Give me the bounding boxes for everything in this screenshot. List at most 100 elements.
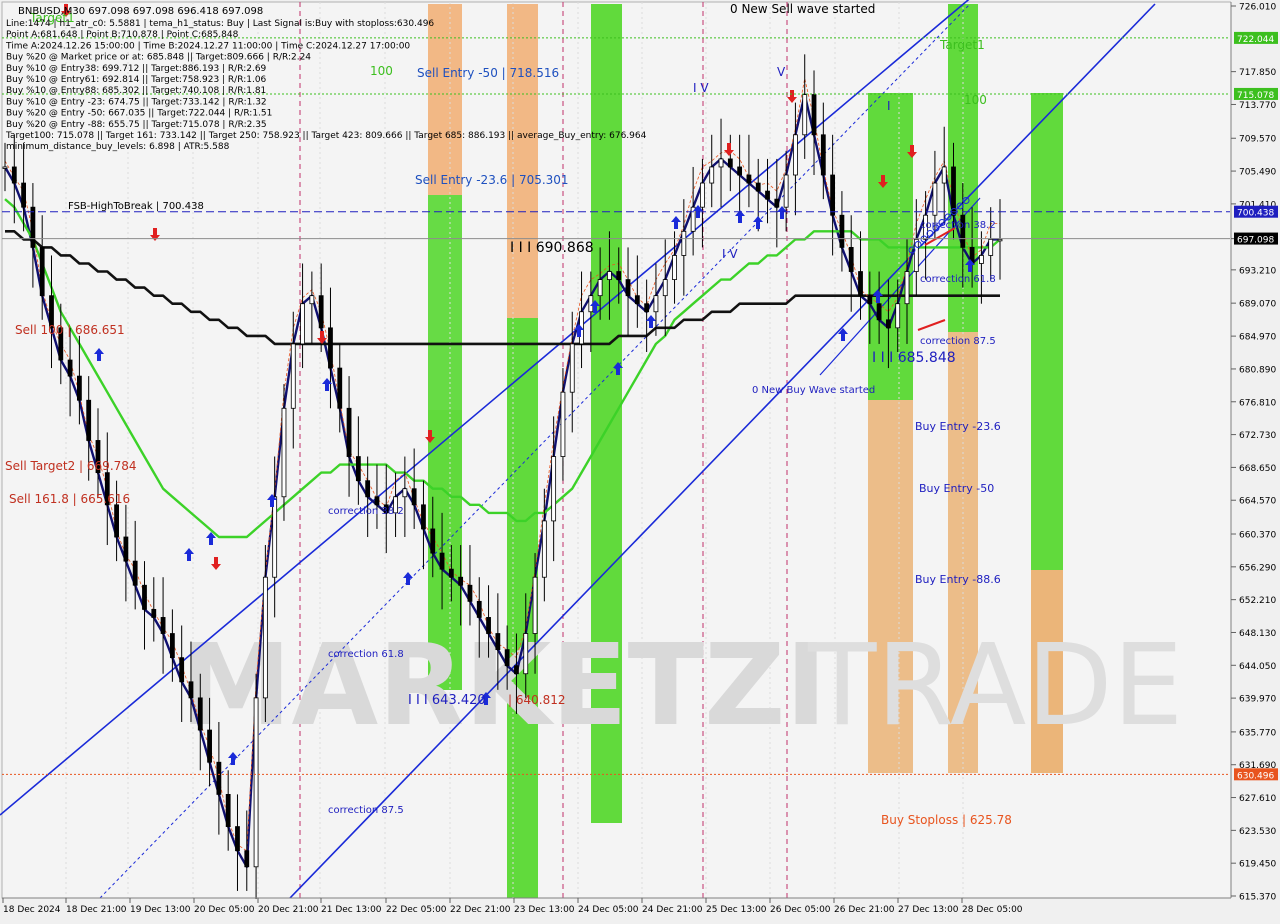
time-tick-label: 25 Dec 13:00 [706,905,767,915]
candle-body [216,761,222,795]
annotation-19: Buy Stoploss | 625.78 [881,813,1012,827]
price-tick-label: 684.970 [1239,333,1276,343]
annotation-6: Sell Target2 | 669.784 [5,459,137,473]
time-tick-label: 18 Dec 21:00 [66,905,127,915]
candle-body [374,496,380,506]
candle-body [718,158,724,168]
candle-body [988,238,994,256]
candle-body [495,633,501,651]
candle-body [281,407,287,498]
price-tick-label: 689.070 [1239,300,1276,310]
candle-body [867,295,873,305]
watermark-left: MARKETZI [180,621,827,751]
candle-body [458,576,464,586]
candle-body [951,166,956,216]
annotation-26: I V [693,81,709,95]
candle-body [30,206,36,248]
annotation-1: Sell Entry -50 | 718.516 [417,66,559,80]
candle-body [625,279,631,297]
price-tick-label: 676.810 [1239,398,1276,408]
price-tick-label: 709.570 [1239,135,1276,145]
time-tick-label: 20 Dec 21:00 [258,905,319,915]
info-line-10: Target100: 715.078 || Target 161: 733.14… [5,131,647,141]
annotation-24: 100 [370,64,393,78]
candle-body [244,850,250,868]
candle-body [523,633,529,675]
price-tick-label: 680.890 [1239,365,1276,375]
candle-body [123,536,129,562]
price-tick-label: 717.850 [1239,68,1276,78]
candle-body [830,174,836,216]
annotation-0: 0 New Sell wave started [730,2,875,16]
price-tick-label: 713.770 [1239,101,1276,111]
info-line-11: minimum_distance_buy_levels: 6.898 | ATR… [6,142,230,152]
annotation-22: Target1 [939,38,985,52]
time-tick-label: 26 Dec 05:00 [770,905,831,915]
annotation-16: Buy Entry -23.6 [915,420,1001,433]
candle-body [820,134,826,176]
time-tick-label: 22 Dec 21:00 [450,905,511,915]
candle-body [328,327,333,369]
candle-body [207,729,212,763]
candle-body [365,480,371,498]
candle-body [727,158,733,168]
watermark: MARKETZITRADE [180,621,1183,751]
candle-body [309,295,315,305]
candle-body [225,794,231,827]
candle-body [709,166,715,184]
candle-body [634,295,640,305]
info-line-3: Buy %20 @ Market price or at: 685.848 ||… [6,53,311,63]
price-tag: 697.098 [1237,236,1274,246]
candle-body [486,617,491,634]
candle-body [504,649,510,667]
price-tick-label: 648.130 [1239,629,1276,639]
annotation-29: I V [722,247,738,261]
candle-body [839,214,845,248]
candle-body [11,166,17,184]
candle-body [318,295,324,329]
candle-body [997,238,1003,242]
time-tick-label: 18 Dec 2024 [3,905,61,915]
candle-body [188,681,194,699]
annotation-28: I [887,99,891,113]
annotation-17: Buy Entry -50 [919,482,994,495]
candle-body [132,560,138,586]
annotation-13: correction 87.5 [920,336,996,347]
candle-body [895,303,901,329]
candle-body [430,528,436,554]
zone-0 [428,4,462,195]
price-tick-label: 705.490 [1239,168,1276,178]
price-chart: MARKETZITRADE 0 New Sell wave started Sel… [0,0,1280,920]
candle-body [848,247,854,272]
price-tick-label: 656.290 [1239,563,1276,573]
zone-10 [1031,93,1063,570]
candle-body [607,271,612,280]
info-line-9: Buy %20 @ Entry -88: 655.75 || Target:71… [6,120,267,130]
time-tick-label: 23 Dec 13:00 [514,905,575,915]
candle-body [532,576,538,634]
candle-body [197,697,203,731]
chart-canvas: MARKETZI TRADE 0 New Sell wave started Sel… [0,0,1280,920]
candle-body [802,94,808,136]
zone-1 [428,195,462,410]
annotation-12: correction 61.8 [920,274,996,285]
time-tick-label: 22 Dec 05:00 [386,905,447,915]
annotation-18: Buy Entry -88.6 [915,573,1001,586]
candle-body [653,295,659,313]
candle-body [39,247,45,297]
time-tick-label: 24 Dec 05:00 [578,905,639,915]
candle-body [235,826,240,852]
candle-body [672,255,677,280]
candle-body [346,407,352,457]
candle-body [560,391,566,457]
price-tick-label: 726.010 [1239,3,1276,13]
candle-body [439,552,445,570]
info-line-2: Time A:2024.12.26 15:00:00 | Time B:2024… [5,41,410,51]
candle-body [811,94,817,136]
candle-body [681,230,687,256]
annotation-23: 100 [964,93,987,107]
annotation-5: Sell 100 | 686.651 [15,323,125,337]
info-line-4: Buy %10 @ Entry38: 699.712 || Target:886… [6,64,267,74]
candle-body [941,166,947,184]
zone-3 [507,4,538,318]
